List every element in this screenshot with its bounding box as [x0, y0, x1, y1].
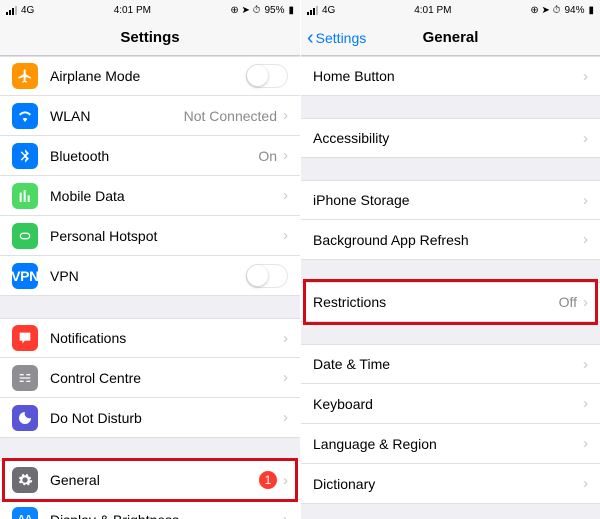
chevron-right-icon: ›: [283, 187, 288, 204]
nav-title: General: [423, 29, 479, 46]
row-restrictions[interactable]: Restrictions Off ›: [301, 282, 600, 322]
battery-icon: ▮: [288, 5, 294, 16]
battery-label: 95%: [264, 5, 284, 16]
row-display-brightness[interactable]: AA Display & Brightness ›: [0, 500, 300, 519]
battery-label: 94%: [564, 5, 584, 16]
chevron-right-icon: ›: [283, 369, 288, 386]
chevron-right-icon: ›: [583, 192, 588, 209]
clock-label: 4:01 PM: [414, 5, 451, 16]
control-centre-icon: [12, 365, 38, 391]
display-icon: AA: [12, 507, 38, 519]
row-notifications[interactable]: Notifications ›: [0, 318, 300, 358]
vpn-icon: VPN: [12, 263, 38, 289]
row-control-centre[interactable]: Control Centre ›: [0, 358, 300, 398]
row-vpn[interactable]: VPN VPN: [0, 256, 300, 296]
chevron-right-icon: ›: [583, 475, 588, 492]
chevron-right-icon: ›: [283, 472, 288, 489]
chevron-right-icon: ›: [583, 130, 588, 147]
chevron-right-icon: ›: [583, 231, 588, 248]
signal-icon: [307, 6, 318, 15]
hotspot-icon: [12, 223, 38, 249]
row-label: Airplane Mode: [50, 68, 246, 84]
row-mobile-data[interactable]: Mobile Data ›: [0, 176, 300, 216]
row-date-time[interactable]: Date & Time ›: [301, 344, 600, 384]
row-detail: Not Connected: [184, 108, 277, 124]
row-label: Display & Brightness: [50, 512, 283, 519]
chevron-right-icon: ›: [583, 435, 588, 452]
status-icons: ⊕ ➤ ⏱: [530, 5, 560, 16]
row-label: Personal Hotspot: [50, 228, 283, 244]
row-personal-hotspot[interactable]: Personal Hotspot ›: [0, 216, 300, 256]
row-label: Do Not Disturb: [50, 410, 283, 426]
status-bar: 4G 4:01 PM ⊕ ➤ ⏱ 95% ▮: [0, 0, 300, 20]
nav-title: Settings: [120, 29, 179, 46]
row-home-button[interactable]: Home Button ›: [301, 56, 600, 96]
badge-count: 1: [259, 471, 277, 489]
chevron-right-icon: ›: [283, 107, 288, 124]
row-dictionary[interactable]: Dictionary ›: [301, 464, 600, 504]
row-bluetooth[interactable]: Bluetooth On ›: [0, 136, 300, 176]
row-label: iPhone Storage: [313, 192, 583, 208]
status-icons: ⊕ ➤ ⏱: [230, 5, 260, 16]
row-label: Keyboard: [313, 396, 583, 412]
row-label: Date & Time: [313, 356, 583, 372]
chevron-right-icon: ›: [283, 147, 288, 164]
row-label: VPN: [50, 268, 246, 284]
row-label: Bluetooth: [50, 148, 258, 164]
row-label: Background App Refresh: [313, 232, 583, 248]
chevron-right-icon: ›: [283, 227, 288, 244]
signal-icon: [6, 6, 17, 15]
chevron-right-icon: ›: [283, 409, 288, 426]
carrier-label: 4G: [322, 5, 335, 16]
row-keyboard[interactable]: Keyboard ›: [301, 384, 600, 424]
chevron-right-icon: ›: [283, 330, 288, 347]
chevron-right-icon: ›: [583, 356, 588, 373]
moon-icon: [12, 405, 38, 431]
row-label: Mobile Data: [50, 188, 283, 204]
wifi-icon: [12, 103, 38, 129]
chevron-right-icon: ›: [583, 395, 588, 412]
chevron-left-icon: ‹: [307, 28, 314, 48]
nav-bar: ‹ Settings General: [301, 20, 600, 56]
battery-icon: ▮: [588, 5, 594, 16]
row-iphone-storage[interactable]: iPhone Storage ›: [301, 180, 600, 220]
chevron-right-icon: ›: [583, 68, 588, 85]
back-label: Settings: [316, 30, 367, 46]
row-label: WLAN: [50, 108, 184, 124]
row-label: Accessibility: [313, 130, 583, 146]
back-button[interactable]: ‹ Settings: [307, 28, 366, 48]
row-label: Home Button: [313, 68, 583, 84]
clock-label: 4:01 PM: [114, 5, 151, 16]
chevron-right-icon: ›: [583, 294, 588, 311]
row-detail: On: [258, 148, 277, 164]
row-label: Language & Region: [313, 436, 583, 452]
notifications-icon: [12, 325, 38, 351]
bluetooth-icon: [12, 143, 38, 169]
row-wlan[interactable]: WLAN Not Connected ›: [0, 96, 300, 136]
general-screen: 4G 4:01 PM ⊕ ➤ ⏱ 94% ▮ ‹ Settings Genera…: [300, 0, 600, 519]
row-general[interactable]: General 1 ›: [0, 460, 300, 500]
row-language-region[interactable]: Language & Region ›: [301, 424, 600, 464]
row-accessibility[interactable]: Accessibility ›: [301, 118, 600, 158]
row-label: Dictionary: [313, 476, 583, 492]
row-detail: Off: [559, 294, 577, 310]
nav-bar: Settings: [0, 20, 300, 56]
gear-icon: [12, 467, 38, 493]
vpn-toggle[interactable]: [246, 264, 288, 288]
row-do-not-disturb[interactable]: Do Not Disturb ›: [0, 398, 300, 438]
row-background-refresh[interactable]: Background App Refresh ›: [301, 220, 600, 260]
carrier-label: 4G: [21, 5, 34, 16]
settings-screen: 4G 4:01 PM ⊕ ➤ ⏱ 95% ▮ Settings Airplane…: [0, 0, 300, 519]
status-bar: 4G 4:01 PM ⊕ ➤ ⏱ 94% ▮: [301, 0, 600, 20]
row-label: Control Centre: [50, 370, 283, 386]
chevron-right-icon: ›: [283, 511, 288, 519]
row-label: Notifications: [50, 330, 283, 346]
airplane-toggle[interactable]: [246, 64, 288, 88]
row-airplane-mode[interactable]: Airplane Mode: [0, 56, 300, 96]
row-label: General: [50, 472, 259, 488]
airplane-icon: [12, 63, 38, 89]
row-label: Restrictions: [313, 294, 559, 310]
cellular-icon: [12, 183, 38, 209]
